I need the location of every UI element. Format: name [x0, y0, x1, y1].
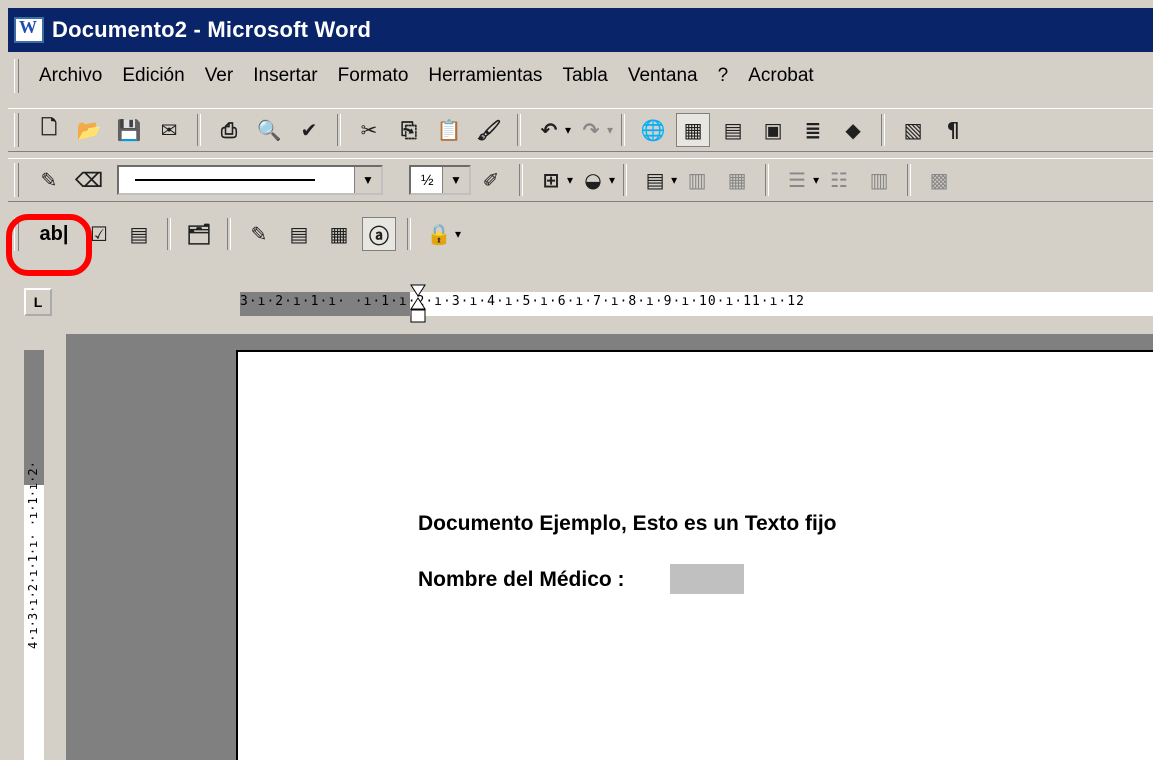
hyperlink-icon[interactable]: 🌐 — [636, 113, 670, 147]
insert-frame-icon[interactable]: ▦ — [322, 217, 356, 251]
undo-dropdown-icon[interactable]: ▾ — [565, 123, 571, 137]
table-autoformat-icon[interactable]: ▩ — [922, 163, 956, 197]
chevron-down-icon[interactable]: ▼ — [354, 167, 381, 193]
save-icon[interactable]: 💾 — [112, 113, 146, 147]
distribute-columns-icon[interactable]: ▥ — [862, 163, 896, 197]
align-dropdown-icon[interactable]: ▾ — [813, 173, 819, 187]
tables-borders-toolbar: ✎ ⌫ ▼ ½ ▼ ✐ ⊞ ▾ ◒ ▾ ▤ ▾ ▥ ▦ ☰ ▾ ☷ ▥ ▩ — [8, 158, 1153, 202]
eraser-icon[interactable]: ⌫ — [72, 163, 106, 197]
document-text-line2: Nombre del Médico : — [418, 568, 625, 591]
draw-table-icon[interactable]: ✎ — [242, 217, 276, 251]
open-folder-icon[interactable]: 📂 — [72, 113, 106, 147]
separator — [881, 114, 886, 146]
menu-tabla[interactable]: Tabla — [552, 65, 617, 87]
separator — [907, 164, 912, 196]
columns-icon[interactable]: ≣ — [796, 113, 830, 147]
redo-dropdown-icon[interactable]: ▾ — [607, 123, 613, 137]
paste-icon[interactable]: 📋 — [432, 113, 466, 147]
document-text-line1: Documento Ejemplo, Esto es un Texto fijo — [418, 512, 837, 535]
toolbar-grip[interactable] — [14, 113, 19, 147]
insert-excel-icon[interactable]: ▣ — [756, 113, 790, 147]
indent-marker-icon[interactable] — [410, 284, 426, 324]
border-color-icon[interactable]: ✐ — [474, 163, 508, 197]
title-bar: Documento2 - Microsoft Word — [8, 8, 1153, 52]
menu-ventana[interactable]: Ventana — [618, 65, 708, 87]
document-map-icon[interactable]: ▧ — [896, 113, 930, 147]
separator — [167, 218, 171, 250]
separator — [765, 164, 770, 196]
email-icon[interactable]: ✉ — [152, 113, 186, 147]
tab-selector[interactable]: L — [24, 288, 52, 316]
window-title: Documento2 - Microsoft Word — [52, 17, 372, 42]
protect-dropdown-icon[interactable]: ▾ — [455, 227, 461, 241]
horizontal-ruler-ticks: 3·ı·2·ı·1·ı· ·ı·1·ı·2·ı·3·ı·4·ı·5·ı·6·ı·… — [240, 294, 805, 309]
separator — [337, 114, 341, 146]
forms-toolbar: ab| ☑ ▤ 🗂 ✎ ▤ ▦ ⓐ 🔒 ▾ — [8, 212, 1153, 256]
distribute-rows-icon[interactable]: ☷ — [822, 163, 856, 197]
copy-icon[interactable]: ⎘ — [392, 113, 426, 147]
menu-help[interactable]: ? — [708, 65, 739, 87]
dropdown-form-field-icon[interactable]: ▤ — [122, 217, 156, 251]
spelling-icon[interactable]: ✔ — [292, 113, 326, 147]
separator — [197, 114, 201, 146]
text-form-field[interactable] — [670, 564, 744, 594]
new-document-icon[interactable]: 🗋 — [32, 113, 66, 147]
cut-icon[interactable]: ✂ — [352, 113, 386, 147]
borders-icon[interactable]: ⊞ — [534, 163, 568, 197]
draw-table-icon[interactable]: ✎ — [32, 163, 66, 197]
align-icon[interactable]: ☰ — [780, 163, 814, 197]
insert-table-icon[interactable]: ▤ — [638, 163, 672, 197]
separator — [519, 164, 523, 196]
horizontal-ruler[interactable]: 3·ı·2·ı·1·ı· ·ı·1·ı·2·ı·3·ı·4·ı·5·ı·6·ı·… — [240, 292, 1153, 316]
word-document-icon[interactable] — [14, 17, 44, 43]
menu-formato[interactable]: Formato — [328, 65, 419, 87]
vertical-ruler[interactable]: 4·ı·3·ı·2·ı·1·ı· ·ı·1·ı·2· — [24, 350, 44, 760]
ruler-row: L 3·ı·2·ı·1·ı· ·ı·1·ı·2·ı·3·ı·4·ı·5·ı·6·… — [8, 282, 1153, 326]
insert-table-icon[interactable]: ▤ — [716, 113, 750, 147]
highlight-circle-annotation — [6, 214, 92, 276]
menu-grip[interactable] — [14, 59, 19, 93]
separator — [623, 164, 628, 196]
format-painter-icon[interactable]: 🖌 — [472, 113, 506, 147]
line-weight-select[interactable]: ½ ▼ — [409, 165, 471, 195]
form-field-options-icon[interactable]: 🗂 — [182, 217, 216, 251]
form-field-shading-icon[interactable]: ⓐ — [362, 217, 396, 251]
borders-dropdown-icon[interactable]: ▾ — [567, 173, 573, 187]
menu-acrobat[interactable]: Acrobat — [738, 65, 823, 87]
standard-toolbar: 🗋 📂 💾 ✉ ⎙ 🔍 ✔ ✂ ⎘ 📋 🖌 ↶ ▾ ↷ ▾ 🌐 ▦ ▤ ▣ ≣ ◆ … — [8, 108, 1153, 152]
insert-table-icon[interactable]: ▤ — [282, 217, 316, 251]
menu-herramientas[interactable]: Herramientas — [418, 65, 552, 87]
undo-icon[interactable]: ↶ — [532, 113, 566, 147]
shading-dropdown-icon[interactable]: ▾ — [609, 173, 615, 187]
menu-ver[interactable]: Ver — [195, 65, 244, 87]
protect-form-icon[interactable]: 🔒 — [422, 217, 456, 251]
show-hide-icon[interactable]: ¶ — [936, 113, 970, 147]
vertical-ruler-ticks: 4·ı·3·ı·2·ı·1·ı· ·ı·1·ı·2· — [26, 461, 40, 649]
print-preview-icon[interactable]: 🔍 — [252, 113, 286, 147]
toolbar-grip[interactable] — [14, 163, 19, 197]
document-page[interactable] — [236, 350, 1153, 760]
separator — [621, 114, 626, 146]
print-icon[interactable]: ⎙ — [212, 113, 246, 147]
shading-color-icon[interactable]: ◒ — [576, 163, 610, 197]
split-cells-icon[interactable]: ▦ — [720, 163, 754, 197]
insert-table-dropdown-icon[interactable]: ▾ — [671, 173, 677, 187]
line-weight-value: ½ — [421, 171, 434, 189]
word-window: Documento2 - Microsoft Word Archivo Edic… — [0, 0, 1153, 760]
menu-archivo[interactable]: Archivo — [29, 65, 112, 87]
menu-edicion[interactable]: Edición — [112, 65, 194, 87]
tables-borders-icon[interactable]: ▦ — [676, 113, 711, 147]
chevron-down-icon[interactable]: ▼ — [442, 167, 469, 193]
menu-insertar[interactable]: Insertar — [243, 65, 327, 87]
line-style-select[interactable]: ▼ — [117, 165, 383, 195]
separator — [517, 114, 521, 146]
drawing-icon[interactable]: ◆ — [836, 113, 870, 147]
merge-cells-icon[interactable]: ▥ — [680, 163, 714, 197]
menu-bar: Archivo Edición Ver Insertar Formato Her… — [8, 54, 1153, 98]
separator — [227, 218, 231, 250]
separator — [407, 218, 411, 250]
redo-icon[interactable]: ↷ — [574, 113, 608, 147]
line-style-sample — [135, 179, 315, 181]
